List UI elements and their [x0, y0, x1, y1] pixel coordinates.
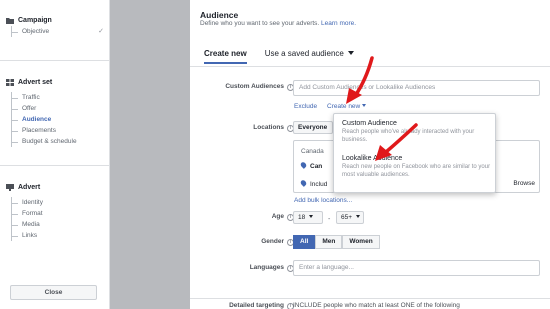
- browse-button[interactable]: Browse: [513, 180, 535, 187]
- location-country: Canada: [301, 148, 324, 155]
- section-divider: [190, 298, 550, 299]
- menu-item-lookalike-audience[interactable]: Lookalike Audience Reach new people on F…: [342, 155, 492, 179]
- languages-label: Languages i: [250, 264, 294, 272]
- menu-item-title: Custom Audience: [342, 120, 397, 127]
- gender-women-button[interactable]: Women: [342, 235, 380, 249]
- location-city-text: Can: [310, 163, 323, 170]
- detailed-targeting-text: Detailed targeting: [229, 302, 284, 309]
- sidebar-item-label: Traffic: [22, 94, 40, 101]
- caret-down-icon: [347, 51, 354, 55]
- age-min-select[interactable]: 18: [293, 211, 323, 224]
- tab-create-new[interactable]: Create new: [204, 48, 247, 64]
- location-include[interactable]: Includ: [299, 179, 328, 188]
- audience-tabs: Create new Use a saved audience: [204, 48, 354, 64]
- age-label: Age i: [272, 213, 294, 221]
- sidebar-item-placements[interactable]: Placements: [12, 125, 110, 136]
- campaign-tree: Objective ✓: [11, 26, 110, 37]
- sidebar-item-label: Media: [22, 221, 40, 228]
- sidebar-item-label: Identity: [22, 199, 43, 206]
- page-title: Audience: [200, 10, 239, 20]
- age-text: Age: [271, 213, 284, 220]
- location-city: Can: [299, 161, 323, 170]
- caret-down-icon: [356, 215, 361, 218]
- locations-text: Locations: [253, 124, 284, 131]
- tab-saved-audience[interactable]: Use a saved audience: [265, 48, 354, 64]
- grid-icon: [6, 78, 14, 86]
- caret-down-icon: [309, 215, 314, 218]
- languages-text: Languages: [249, 264, 284, 271]
- age-max-value: 65+: [341, 214, 353, 221]
- exclude-link[interactable]: Exclude: [294, 103, 317, 110]
- gender-label: Gender i: [261, 238, 294, 246]
- sidebar-item-label: Placements: [22, 127, 56, 134]
- advert-set-section: Advert set Traffic Offer Audience Placem…: [0, 76, 110, 147]
- advert-tree: Identity Format Media Links: [11, 197, 110, 241]
- menu-item-desc: Reach new people on Facebook who are sim…: [342, 164, 491, 178]
- detailed-targeting-description: INCLUDE people who match at least ONE of…: [293, 302, 460, 309]
- advert-header[interactable]: Advert: [0, 181, 110, 193]
- tab-saved-label: Use a saved audience: [264, 49, 344, 58]
- detailed-targeting-label: Detailed targeting i: [229, 302, 294, 309]
- sidebar-item-identity[interactable]: Identity: [12, 197, 110, 208]
- age-max-select[interactable]: 65+: [336, 211, 364, 224]
- create-new-menu: Custom Audience Reach people who've alre…: [333, 113, 496, 193]
- advert-section: Advert Identity Format Media Links: [0, 181, 110, 241]
- age-min-value: 18: [298, 214, 306, 221]
- pin-icon: [299, 179, 308, 187]
- learn-more-link[interactable]: Learn more.: [321, 20, 356, 27]
- custom-audiences-text: Custom Audiences: [225, 83, 284, 90]
- advert-set-label: Advert set: [18, 78, 53, 86]
- sidebar-item-label: Offer: [22, 105, 37, 112]
- campaign-label: Campaign: [18, 16, 52, 24]
- campaign-section: Campaign Objective ✓: [0, 14, 110, 37]
- age-separator: -: [328, 216, 331, 223]
- sidebar-item-budget-schedule[interactable]: Budget & schedule: [12, 136, 110, 147]
- sidebar-item-label: Objective: [22, 28, 50, 35]
- create-new-dropdown[interactable]: Create new: [327, 103, 367, 110]
- custom-audiences-input[interactable]: Add Custom Audiences or Lookalike Audien…: [293, 80, 540, 96]
- sidebar-item-format[interactable]: Format: [12, 208, 110, 219]
- sidebar-item-traffic[interactable]: Traffic: [12, 92, 110, 103]
- sidebar-item-label: Links: [22, 232, 38, 239]
- divider: [0, 60, 110, 61]
- gender-all-button[interactable]: All: [293, 235, 316, 249]
- monitor-icon: [6, 183, 14, 191]
- advert-set-tree: Traffic Offer Audience Placements Budget…: [11, 92, 110, 147]
- sidebar-item-label: Format: [22, 210, 43, 217]
- folder-icon: [6, 17, 14, 24]
- tabs-divider: [190, 66, 550, 67]
- gender-men-button[interactable]: Men: [315, 235, 343, 249]
- custom-audiences-label: Custom Audiences i: [225, 83, 294, 91]
- advert-set-header[interactable]: Advert set: [0, 76, 110, 88]
- sidebar-item-audience[interactable]: Audience: [12, 114, 110, 125]
- campaign-header[interactable]: Campaign: [0, 14, 110, 26]
- gender-text: Gender: [261, 238, 284, 245]
- languages-input[interactable]: Enter a language...: [293, 260, 540, 276]
- location-type-select[interactable]: Everyone: [293, 121, 333, 134]
- location-include-text: Includ: [310, 181, 328, 188]
- close-button[interactable]: Close: [10, 285, 97, 300]
- sidebar-item-objective[interactable]: Objective ✓: [12, 26, 110, 37]
- advert-label: Advert: [18, 183, 41, 191]
- sidebar-item-links[interactable]: Links: [12, 230, 110, 241]
- sidebar: Campaign Objective ✓ Advert set Traffic …: [0, 0, 110, 309]
- subtitle-text: Define who you want to see your adverts.: [200, 20, 320, 27]
- page-subtitle: Define who you want to see your adverts.…: [200, 20, 356, 27]
- gender-toggle: All Men Women: [293, 235, 380, 249]
- sidebar-item-label: Audience: [22, 116, 52, 123]
- divider: [0, 165, 110, 166]
- caret-down-icon: [362, 104, 367, 107]
- menu-item-custom-audience[interactable]: Custom Audience Reach people who've alre…: [342, 120, 492, 144]
- menu-item-desc: Reach people who've already interacted w…: [342, 129, 475, 143]
- background-strip: [110, 0, 190, 309]
- check-icon: ✓: [98, 28, 104, 35]
- sidebar-item-media[interactable]: Media: [12, 219, 110, 230]
- menu-item-title: Lookalike Audience: [342, 155, 403, 162]
- locations-label: Locations i: [253, 124, 294, 132]
- sidebar-item-label: Budget & schedule: [22, 138, 77, 145]
- create-new-label: Create new: [327, 103, 361, 110]
- add-bulk-locations-link[interactable]: Add bulk locations...: [294, 197, 352, 204]
- pin-icon: [299, 161, 308, 169]
- sidebar-item-offer[interactable]: Offer: [12, 103, 110, 114]
